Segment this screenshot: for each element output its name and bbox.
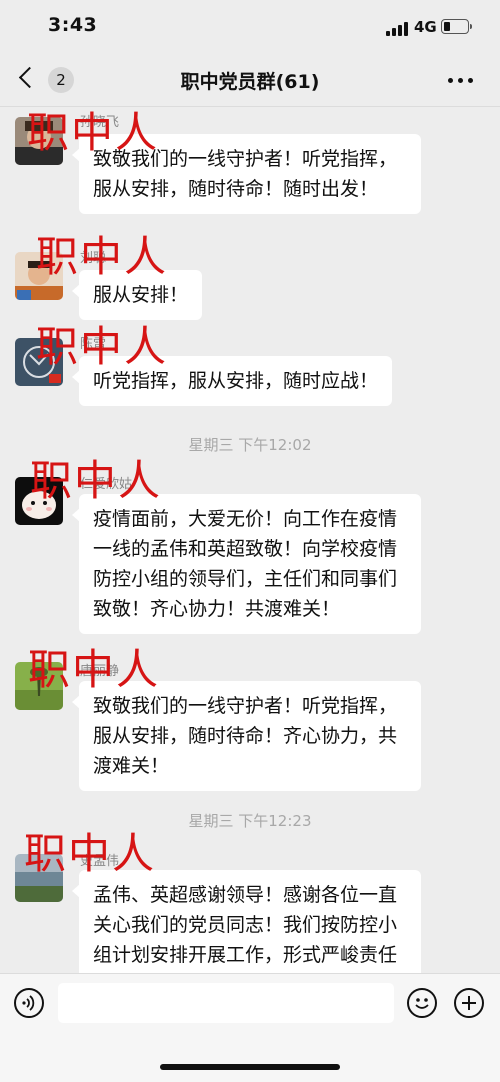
chat-title: 职中党员群(61) [180,71,320,93]
avatar[interactable] [15,477,63,525]
avatar[interactable] [15,662,63,710]
more-functions-button[interactable] [454,988,484,1018]
message-bubble[interactable]: 孟伟、英超感谢领导！感谢各位一直关心我们的党员同志！我们按防控小组计划安排开展工… [72,870,421,973]
battery-tip [470,24,472,29]
avatar[interactable] [15,338,63,386]
battery-icon [441,19,469,34]
message-bubble[interactable]: 听党指挥，服从安排，随时应战！ [71,356,393,406]
timestamp: 星期三 下午12:02 [188,436,312,454]
more-options-button[interactable] [446,68,476,92]
sender-name: 仁爱欣姑 [80,477,133,492]
sender-name: 孙晓飞 [80,115,120,130]
status-time: 3:43 [48,14,98,36]
avatar[interactable] [15,252,63,300]
avatar[interactable] [15,854,63,902]
sender-name: 刘聪 [80,251,107,266]
message-bubble[interactable]: 服从安排！ [71,270,203,320]
emoji-button[interactable] [407,988,437,1018]
status-bar: 3:43 4G [0,0,500,54]
sender-name: 陈雷 [80,337,107,352]
emoji-icon [415,998,429,1009]
message-input[interactable] [58,983,394,1023]
plus-icon [462,996,476,1010]
voice-input-button[interactable] [14,988,44,1018]
message-bubble[interactable]: 致敬我们的一线守护者！听党指挥，服从安排，随时待命！齐心协力，共渡难关！ [72,681,421,791]
avatar[interactable] [15,117,63,165]
voice-icon [22,995,35,1011]
nav-bar: 2 职中党员群(61) [0,54,500,107]
timestamp: 星期三 下午12:23 [188,812,312,830]
message-bubble[interactable]: 致敬我们的一线守护者！听党指挥，服从安排，随时待命！随时出发！ [72,134,421,214]
sender-name: 唐丽静 [80,664,120,679]
network-type: 4G [414,18,437,36]
sender-name: 史孟伟 [80,854,120,869]
message-bubble[interactable]: 疫情面前，大爱无价！向工作在疫情一线的孟伟和英超致敬！向学校疫情防控小组的领导们… [72,494,421,634]
signal-strength-icon [386,22,408,36]
home-indicator[interactable] [160,1064,340,1070]
message-list[interactable]: 孙晓飞 致敬我们的一线守护者！听党指挥，服从安排，随时待命！随时出发！ 职中人 … [0,107,500,973]
